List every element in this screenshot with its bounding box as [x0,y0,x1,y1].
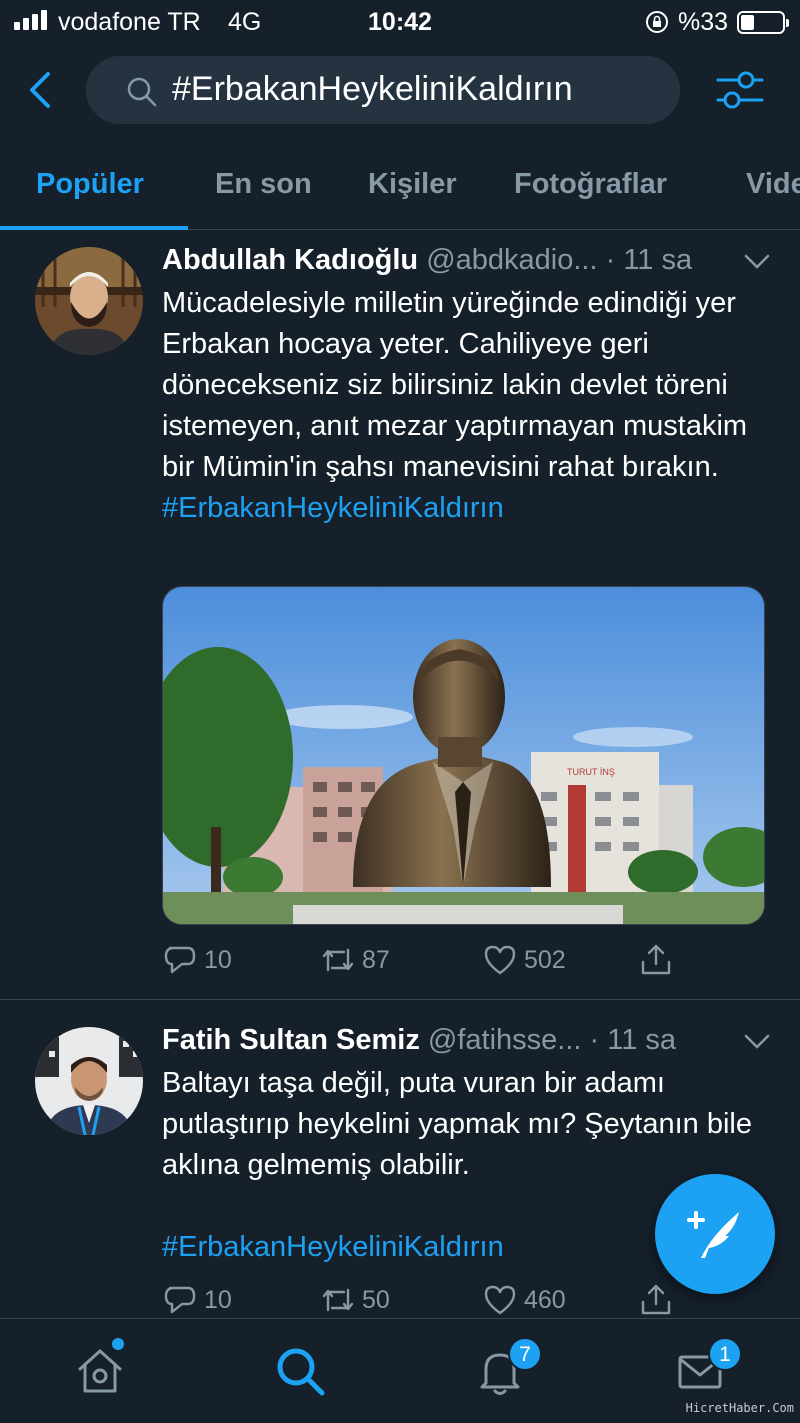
like-button[interactable]: 502 [482,942,566,978]
tweet-author-name[interactable]: Fatih Sultan Semiz [162,1024,420,1056]
tweet-divider [0,999,800,1000]
home-icon [78,1349,122,1393]
reply-button[interactable]: 10 [162,942,232,978]
watermark: HicretHaber.Com [685,1401,794,1415]
notifications-badge: 7 [508,1337,542,1371]
tab-people[interactable]: Kişiler [368,168,457,201]
reply-icon [164,946,196,974]
compose-tweet-icon [687,1211,739,1258]
tab-photos[interactable]: Fotoğraflar [514,168,667,201]
filter-sliders-icon[interactable] [714,66,766,114]
like-icon [484,1285,516,1315]
tweet-header: Abdullah Kadıoğlu @abdkadio... · 11 sa [162,244,692,277]
retweet-count: 50 [362,1285,390,1314]
tweet-text-content: Mücadelesiyle milletin yüreğinde edindiğ… [162,287,748,483]
like-count: 460 [524,1285,566,1314]
share-icon [641,944,671,975]
tweet-text: Mücadelesiyle milletin yüreğinde edindiğ… [162,283,772,529]
nav-notifications[interactable]: 7 [472,1337,542,1399]
status-bar: vodafone TR 4G 10:42 %33 [0,0,800,46]
hashtag-link[interactable]: #ErbakanHeykeliniKaldırın [162,488,772,529]
tweet-text-content: Baltayı taşa değil, puta vuran bir adamı… [162,1067,752,1181]
share-icon [641,1284,671,1315]
tab-popular[interactable]: Popüler [36,168,144,201]
tweet-text: Baltayı taşa değil, puta vuran bir adamı… [162,1063,772,1186]
share-button[interactable] [638,942,674,978]
explore-search-icon [277,1348,325,1396]
search-tabs: Popüler En son Kişiler Fotoğraflar Vide [0,150,800,230]
reply-button[interactable]: 10 [162,1282,232,1318]
tweet-actions: 10 87 502 [162,942,722,982]
like-count: 502 [524,945,566,974]
tweet-time: · 11 sa [589,1024,677,1056]
back-arrow-icon[interactable] [26,70,56,110]
tweet-actions: 10 50 460 [162,1282,722,1322]
nav-explore[interactable] [272,1343,328,1399]
compose-tweet-button[interactable] [655,1174,775,1294]
active-tab-indicator [0,226,188,230]
like-button[interactable]: 460 [482,1282,566,1318]
like-icon [484,945,516,975]
avatar[interactable] [35,1027,143,1135]
share-button[interactable] [638,1282,674,1318]
bottom-navigation: 7 1 HicretHaber.Com [0,1318,800,1423]
tweet-author-name[interactable]: Abdullah Kadıoğlu [162,244,418,276]
tweet-header: Fatih Sultan Semiz @fatihsse... · 11 sa [162,1024,676,1057]
search-input[interactable]: #ErbakanHeykeliniKaldırın [86,56,680,124]
tweet-time: · 11 sa [605,244,693,276]
retweet-icon [322,948,354,972]
battery-percent: %33 [678,8,729,36]
avatar[interactable] [35,247,143,355]
battery-icon [737,11,789,34]
retweet-button[interactable]: 87 [320,942,390,978]
retweet-icon [322,1288,354,1312]
rotation-lock-icon [646,11,668,33]
tweet-photo[interactable]: TURUT İNŞ [162,586,765,925]
chevron-down-icon[interactable] [744,254,770,270]
reply-count: 10 [204,1285,232,1314]
search-query[interactable]: #ErbakanHeykeliniKaldırın [172,70,573,109]
tweet-author-handle[interactable]: @fatihsse... [428,1024,582,1056]
retweet-count: 87 [362,945,390,974]
reply-count: 10 [204,945,232,974]
nav-messages[interactable]: 1 [672,1337,742,1399]
nav-home[interactable] [72,1338,128,1399]
messages-badge: 1 [708,1337,742,1371]
search-icon [127,77,157,107]
reply-icon [164,1286,196,1314]
building-sign: TURUT İNŞ [567,767,615,777]
tab-videos[interactable]: Vide [746,168,800,201]
home-new-dot [112,1338,124,1350]
chevron-down-icon[interactable] [744,1034,770,1050]
retweet-button[interactable]: 50 [320,1282,390,1318]
tweet-author-handle[interactable]: @abdkadio... [426,244,597,276]
tab-latest[interactable]: En son [215,168,312,201]
